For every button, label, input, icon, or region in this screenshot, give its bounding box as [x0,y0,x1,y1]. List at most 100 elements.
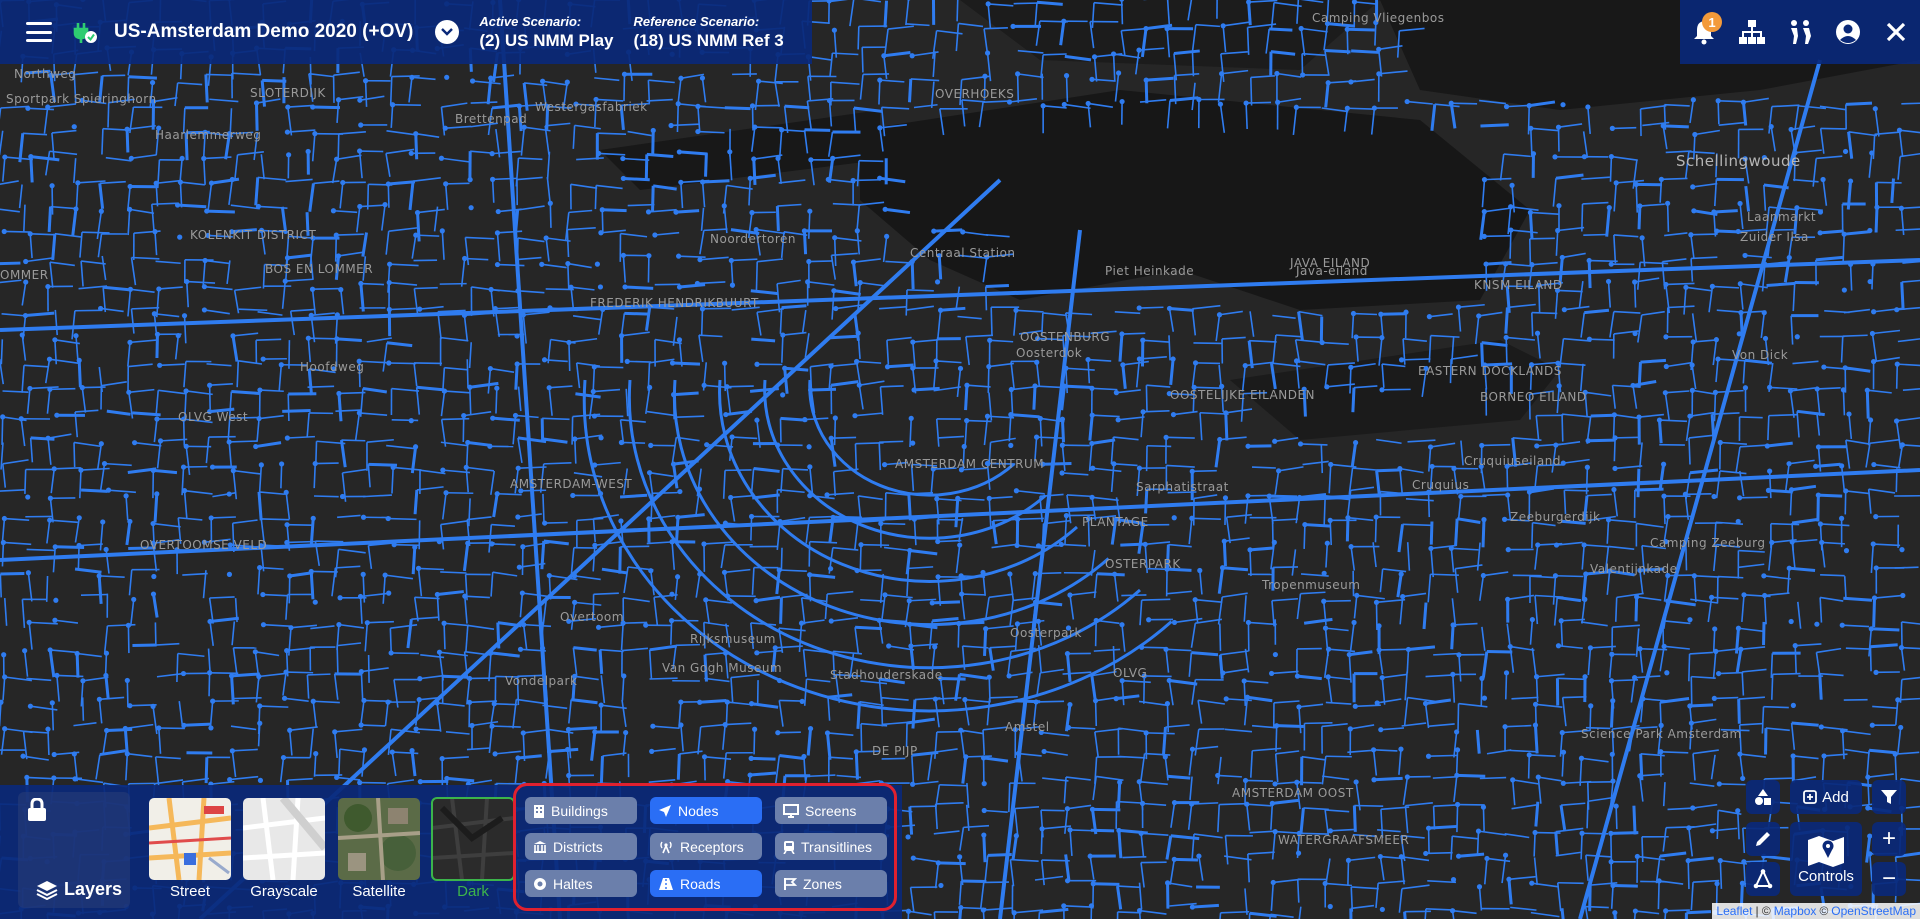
road-node [1840,387,1847,393]
road-node [1712,626,1718,632]
road-node [828,435,834,441]
road-node [1814,386,1820,392]
road-node [1013,833,1019,839]
road-node [1325,674,1331,680]
road-node [1136,779,1142,785]
road-segment [938,861,966,866]
road-node [986,495,992,501]
road-segment [391,652,419,655]
road-segment [1013,2,1040,5]
road-node [1578,755,1585,761]
road-node [260,622,267,628]
road-segment [857,26,860,50]
road-node [517,646,524,652]
road-node [1608,859,1614,865]
road-node [1665,598,1671,604]
road-node [1865,805,1871,811]
road-node [906,598,912,604]
road-node [801,753,807,760]
road-node [886,643,892,649]
road-node [1689,362,1695,368]
road-segment [1122,855,1147,859]
road-segment [1767,415,1770,441]
road-node [808,387,814,393]
road-node [104,727,110,734]
road-node [490,176,496,182]
road-node [1351,619,1357,626]
road-segment [1533,725,1539,754]
road-node [676,284,683,290]
road-segment [1820,229,1844,235]
road-node [986,363,992,370]
road-node [515,288,521,294]
road-segment [780,547,783,571]
road-node [1714,881,1720,887]
road-segment [1849,264,1853,291]
road-node [1456,652,1462,658]
road-node [546,572,552,579]
road-segment [887,363,914,369]
road-node [546,385,552,391]
road-segment [1250,77,1253,106]
road-node [645,209,652,215]
road-segment [153,493,159,523]
road-node [824,492,830,498]
road-node [408,150,414,156]
road-segment [1349,367,1352,394]
road-node [1532,701,1539,707]
road-node [362,78,369,84]
road-node [1293,358,1300,364]
road-segment [132,411,161,417]
road-node [1664,670,1670,676]
road-segment [361,724,386,727]
road-node [1553,542,1560,548]
road-segment [1016,73,1020,103]
road-node [598,702,604,708]
road-node [1711,493,1717,500]
road-node [958,727,964,733]
road-node [1685,858,1691,864]
road-segment [254,103,259,131]
road-node [1768,123,1774,130]
road-segment [623,176,650,182]
road-segment [1193,342,1223,345]
road-segment [965,755,992,758]
road-segment [1120,542,1144,547]
road-node [443,181,449,187]
road-segment [1245,779,1274,782]
road-node [571,573,578,579]
road-node [1272,438,1278,444]
road-node [1039,826,1045,832]
road-node [1013,488,1020,494]
road-node [1400,593,1406,600]
road-node [592,729,598,735]
road-node [592,542,598,548]
road-segment [97,575,103,605]
road-node [1014,542,1020,548]
road-node [1761,573,1767,579]
road-node [1527,209,1533,216]
road-node [1559,254,1565,261]
road-node [282,278,288,284]
road-node [650,723,656,729]
road-segment [1641,836,1644,863]
road-node [1220,670,1226,676]
road-node [1015,71,1021,77]
road-node [565,726,572,733]
road-segment [411,547,417,575]
road-node [312,599,318,605]
road-node [806,258,812,265]
road-node [595,150,602,157]
road-segment [1275,725,1278,752]
road-segment [1304,523,1331,528]
road-node [776,677,783,684]
road-node [103,650,110,656]
road-segment [597,132,627,135]
road-segment [1345,517,1350,542]
road-node [180,670,187,677]
road-node [1894,307,1900,313]
road-segment [1504,307,1509,334]
road-node [1058,541,1064,548]
road-node [1171,856,1177,862]
road-node [1479,442,1485,449]
